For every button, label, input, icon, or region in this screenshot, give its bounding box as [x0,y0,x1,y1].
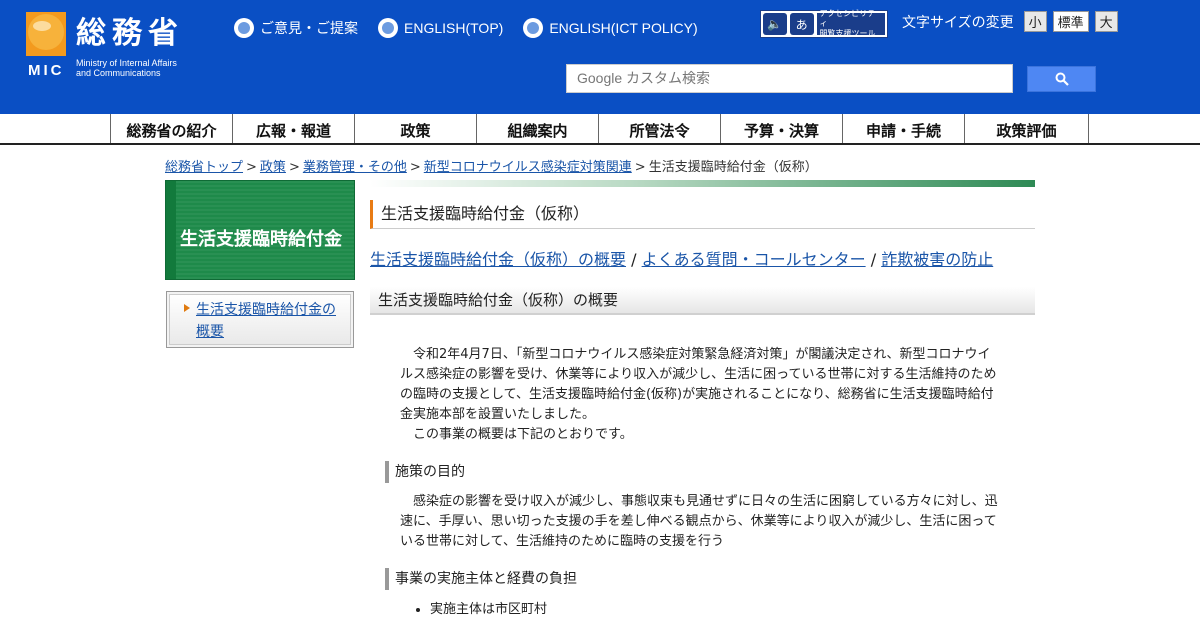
gnav-item-applications[interactable]: 申請・手続 [842,114,964,143]
logo-en-line2: and Communications [76,68,161,78]
toplink-feedback[interactable]: ご意見・ご提案 [234,17,358,39]
font-size-small-button[interactable]: 小 [1023,11,1047,32]
toplink-label: ご意見・ご提案 [260,20,358,36]
accessibility-line1: アクセシビリティ [819,9,876,28]
purpose-heading: 施策の目的 [385,461,465,483]
sidebar-item-overview[interactable]: 生活支援臨時給付金の概要 [196,299,346,343]
logo-japanese-name: 総務省 [76,16,184,51]
font-size-switcher: 文字サイズの変更 小 標準 大 [902,11,1118,32]
breadcrumb-separator: > [246,160,257,175]
list-item: 実施主体は市区町村 [430,600,547,620]
search-button[interactable] [1027,66,1096,92]
font-size-label: 文字サイズの変更 [902,14,1014,31]
sidebar-menu: 生活支援臨時給付金の概要 [166,291,354,348]
gnav-item-organization[interactable]: 組織案内 [476,114,598,143]
bullet-circle-icon [378,18,398,38]
breadcrumb-separator: > [288,160,300,175]
hiragana-a-icon: あ [789,13,814,35]
sidebar-title: 生活支援臨時給付金 [180,229,342,250]
accessibility-line2: 閲覧支援ツール [819,29,876,38]
anchor-link-overview[interactable]: 生活支援臨時給付金（仮称）の概要 [370,250,626,269]
intro-paragraph: 令和2年4月7日、「新型コロナウイルス感染症対策緊急経済対策」が閣議決定され、新… [400,347,997,422]
font-size-large-button[interactable]: 大 [1094,11,1118,32]
breadcrumb-link-admin[interactable]: 業務管理・その他 [303,160,407,175]
toplink-english-top[interactable]: ENGLISH(TOP) [378,17,503,39]
page-title: 生活支援臨時給付金（仮称） [370,200,1035,229]
breadcrumb-link-policy[interactable]: 政策 [260,160,286,175]
toplink-english-ict[interactable]: ENGLISH(ICT POLICY) [523,17,698,39]
arrow-right-icon [184,304,190,312]
breadcrumb-link-covid[interactable]: 新型コロナウイルス感染症対策関連 [424,160,632,175]
breadcrumb: 総務省トップ > 政策 > 業務管理・その他 > 新型コロナウイルス感染症対策関連 > 生活支援… [165,156,818,175]
gnav-item-about[interactable]: 総務省の紹介 [110,114,232,143]
mic-orb-icon [26,12,66,56]
breadcrumb-separator: > [409,160,421,175]
entity-heading: 事業の実施主体と経費の負担 [385,568,577,590]
search-input[interactable]: Google カスタム検索 [566,64,1013,93]
logo-en-line1: Ministry of Internal Affairs [76,58,177,68]
bullet-circle-icon [523,18,544,38]
toplink-label: ENGLISH(ICT POLICY) [549,20,698,36]
gnav-item-budget[interactable]: 予算・決算 [720,114,842,143]
accessibility-tool-button[interactable]: 🔈 あ アクセシビリティ 閲覧支援ツール [760,9,888,38]
gnav-item-policy[interactable]: 政策 [354,114,476,143]
bullet-circle-icon [234,18,254,38]
sidebar-title-edge [166,181,176,279]
intro-paragraph-2: この事業の概要は下記のとおりです。 [413,427,633,442]
gnav-item-press[interactable]: 広報・報道 [232,114,354,143]
anchor-links: 生活支援臨時給付金（仮称）の概要 / よくある質問・コールセンター / 詐欺被害… [370,246,993,270]
global-nav: 総務省の紹介 広報・報道 政策 組織案内 所管法令 予算・決算 申請・手続 政策… [0,114,1200,145]
site-header: 総務省 MIC Ministry of Internal Affairs and… [0,0,1200,114]
mic-logo[interactable]: 総務省 MIC Ministry of Internal Affairs and… [26,12,216,82]
gnav-item-evaluation[interactable]: 政策評価 [964,114,1089,143]
accessibility-label: アクセシビリティ 閲覧支援ツール [816,9,885,38]
breadcrumb-current: 生活支援臨時給付金（仮称） [648,160,818,175]
font-size-standard-button[interactable]: 標準 [1052,11,1089,32]
speaker-icon: 🔈 [763,13,787,35]
anchor-link-fraud[interactable]: 詐欺被害の防止 [881,250,993,269]
sidebar-title-box: 生活支援臨時給付金 [165,180,355,280]
top-links: ご意見・ご提案 ENGLISH(TOP) ENGLISH(ICT POLICY) [234,17,698,39]
title-decoration-bar [370,180,1035,187]
breadcrumb-separator: > [634,160,646,175]
logo-english-name: Ministry of Internal Affairs and Communi… [76,58,177,78]
anchor-separator: / [870,250,877,269]
toplink-label: ENGLISH(TOP) [404,20,504,36]
purpose-paragraph: 感染症の影響を受け収入が減少し、事態収束も見通せずに日々の生活に困窮している方々… [400,494,998,549]
entity-list: 実施主体は市区町村 [415,600,547,620]
breadcrumb-link-top[interactable]: 総務省トップ [165,160,243,175]
anchor-separator: / [631,250,637,269]
gnav-item-laws[interactable]: 所管法令 [598,114,720,143]
logo-abbreviation: MIC [28,62,65,79]
section-heading-overview: 生活支援臨時給付金（仮称）の概要 [370,287,1035,315]
search-icon [1055,72,1069,86]
anchor-link-faq[interactable]: よくある質問・コールセンター [642,250,866,269]
